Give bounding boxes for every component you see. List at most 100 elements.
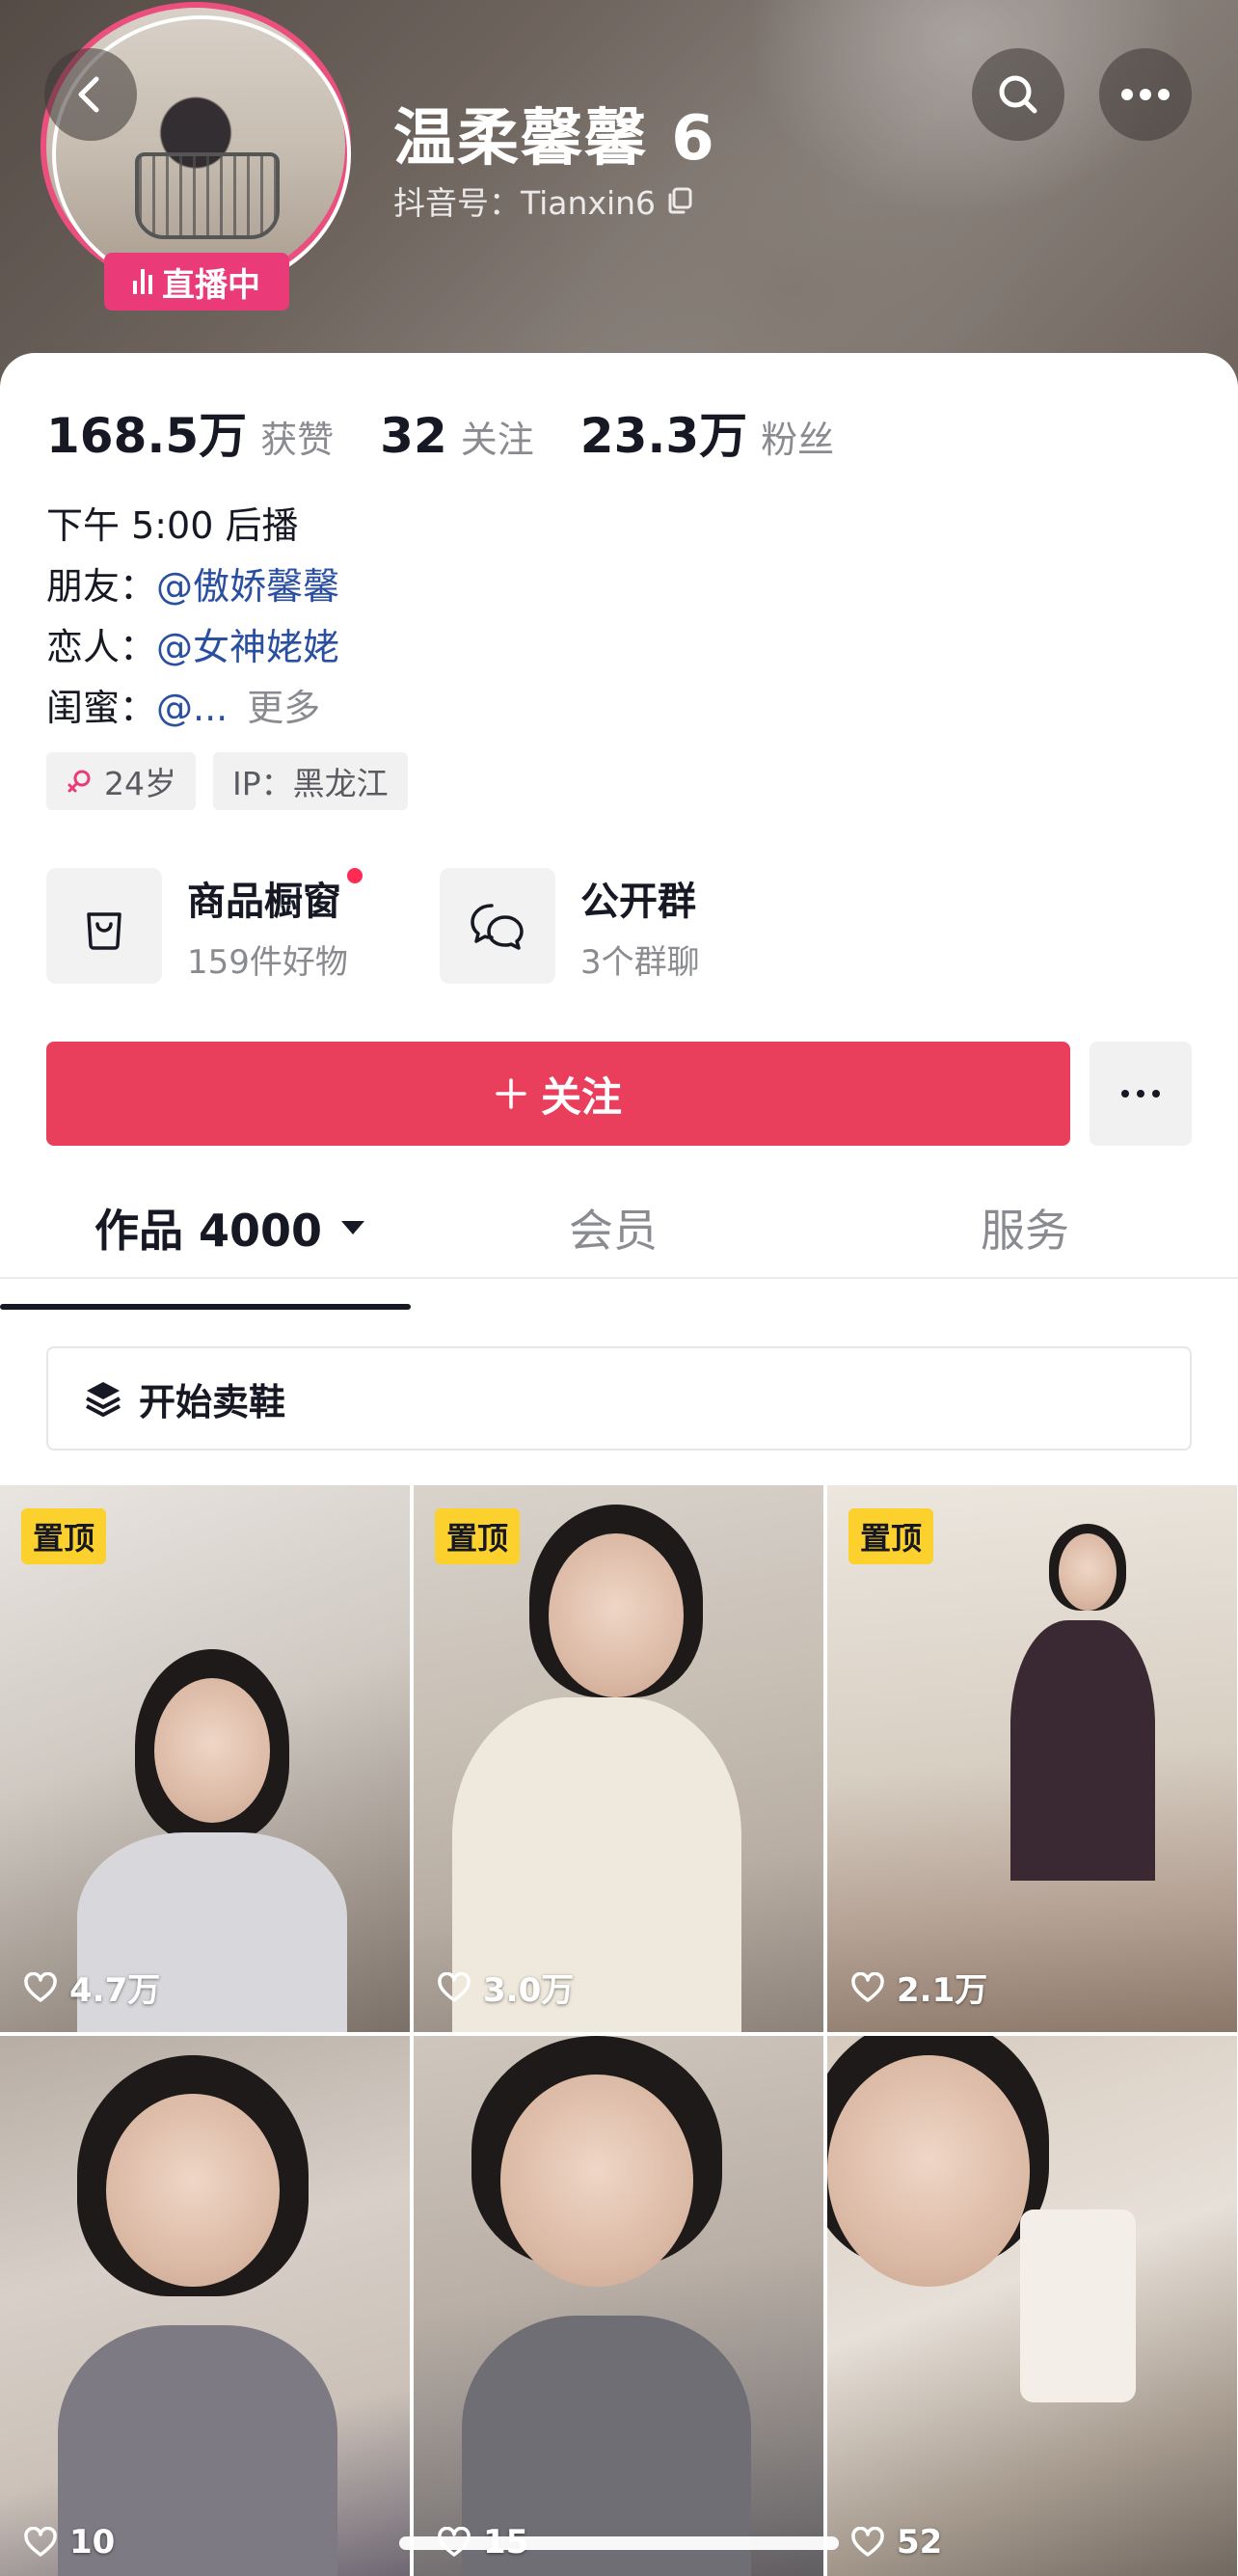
- profile-bio: 下午 5:00 后播 朋友：@傲娇馨馨 恋人：@女神姥姥 闺蜜：@... 更多: [46, 496, 339, 739]
- video-thumbnail[interactable]: 置顶 3.0万: [414, 1485, 823, 2032]
- stat-likes-value: 168.5万: [46, 408, 248, 464]
- video-likes-count: 10: [69, 2523, 116, 2562]
- age-tag-label: 24岁: [104, 765, 176, 802]
- stat-followers-label: 粉丝: [761, 419, 835, 461]
- live-badge[interactable]: 直播中: [104, 253, 289, 311]
- public-group-entry[interactable]: 公开群 3个群聊: [440, 868, 700, 984]
- video-likes-count: 52: [897, 2523, 943, 2562]
- notification-dot: [347, 867, 363, 883]
- video-likes: 10: [23, 2523, 115, 2562]
- thumbnail-face: [154, 1678, 270, 1823]
- age-tag: 24岁: [46, 752, 196, 810]
- douyin-id: 抖音号：Tianxin6: [393, 177, 694, 224]
- profile-tags: 24岁 IP：黑龙江: [46, 752, 408, 810]
- follow-button[interactable]: 关注: [46, 1042, 1070, 1146]
- bio-more-link[interactable]: 更多: [247, 687, 320, 729]
- heart-icon: [24, 2527, 57, 2557]
- bio-lover-label: 恋人：: [46, 626, 157, 668]
- video-likes: 4.7万: [23, 1964, 160, 2011]
- live-badge-label: 直播中: [162, 265, 260, 305]
- stat-following[interactable]: 32 关注: [380, 408, 534, 464]
- avatar-cart-shape: [135, 152, 280, 239]
- ip-tag: IP：黑龙江: [213, 752, 408, 810]
- profile-more-button[interactable]: [1090, 1042, 1192, 1146]
- caret-down-icon: [341, 1221, 365, 1234]
- female-icon: [67, 770, 91, 793]
- tab-service-label: 服务: [981, 1205, 1069, 1257]
- bio-lover-mention[interactable]: @女神姥姥: [156, 626, 339, 668]
- bio-line-lover: 恋人：@女神姥姥: [46, 617, 339, 678]
- tab-works[interactable]: 作品 4000: [94, 1177, 366, 1279]
- live-bars-icon: [133, 269, 152, 294]
- heart-icon: [24, 1971, 57, 2002]
- more-dots-icon: [1121, 89, 1170, 100]
- video-thumbnail[interactable]: 15: [414, 2036, 823, 2576]
- content-tabs: 作品 4000 会员 服务: [0, 1177, 1238, 1279]
- video-thumbnail[interactable]: 置顶 2.1万: [827, 1485, 1237, 2032]
- search-button[interactable]: [972, 48, 1064, 141]
- copy-icon[interactable]: [665, 186, 694, 215]
- stat-likes[interactable]: 168.5万 获赞: [46, 397, 334, 467]
- stat-followers[interactable]: 23.3万 粉丝: [580, 397, 834, 467]
- pinned-badge: 置顶: [848, 1508, 934, 1564]
- thumbnail-face: [500, 2074, 693, 2287]
- tab-service[interactable]: 服务: [981, 1177, 1069, 1279]
- home-indicator: [399, 2536, 839, 2550]
- video-likes-count: 3.0万: [483, 1971, 575, 2010]
- active-tab-indicator: [0, 1304, 411, 1310]
- shop-window-count: 159件好物: [187, 942, 348, 982]
- thumbnail-cup: [1020, 2210, 1136, 2402]
- video-likes-count: 4.7万: [69, 1971, 161, 2010]
- plus-icon: [496, 1078, 526, 1109]
- video-thumbnail[interactable]: 10: [0, 2036, 410, 2576]
- bio-friend-mention[interactable]: @傲娇馨馨: [156, 565, 339, 608]
- tab-member[interactable]: 会员: [569, 1177, 658, 1279]
- back-button[interactable]: [44, 48, 137, 141]
- thumbnail-face: [106, 2094, 280, 2287]
- thumbnail-body: [1010, 1620, 1155, 1881]
- shop-window-entry[interactable]: 商品橱窗 159件好物: [46, 867, 363, 984]
- bio-bestie-label: 闺蜜：: [46, 687, 157, 729]
- collection-row[interactable]: 开始卖鞋: [46, 1346, 1192, 1451]
- heart-icon: [851, 2527, 884, 2557]
- bio-line-bestie: 闺蜜：@... 更多: [46, 678, 339, 739]
- stats-row: 168.5万 获赞 32 关注 23.3万 粉丝: [46, 397, 880, 467]
- layers-icon: [86, 1382, 121, 1417]
- public-group-icon-box: [440, 868, 555, 984]
- ip-tag-label: IP：黑龙江: [232, 765, 389, 802]
- pinned-badge: 置顶: [435, 1508, 521, 1564]
- avatar[interactable]: 直播中: [40, 0, 353, 311]
- tab-member-label: 会员: [569, 1205, 658, 1257]
- bio-bestie-mention[interactable]: @...: [156, 687, 228, 729]
- video-likes: 3.0万: [437, 1964, 574, 2011]
- video-thumbnail[interactable]: 52: [827, 2036, 1237, 2576]
- profile-nickname: 温柔馨馨 6: [393, 103, 716, 175]
- avatar-image: [40, 2, 351, 293]
- shopping-bag-icon: [87, 912, 121, 950]
- more-options-button[interactable]: [1099, 48, 1192, 141]
- search-icon: [999, 75, 1037, 114]
- video-likes-count: 2.1万: [897, 1971, 988, 2010]
- shop-window-icon-box: [46, 868, 162, 984]
- tab-works-label: 作品 4000: [94, 1205, 323, 1257]
- heart-icon: [438, 1971, 471, 2002]
- video-likes: 52: [850, 2523, 942, 2562]
- douyin-id-text: 抖音号：Tianxin6: [393, 184, 657, 222]
- chevron-left-icon: [78, 76, 99, 113]
- video-thumbnail[interactable]: 置顶 4.7万: [0, 1485, 410, 2032]
- public-group-count: 3个群聊: [580, 942, 700, 982]
- collection-row-label: 开始卖鞋: [139, 1380, 286, 1424]
- video-likes: 2.1万: [850, 1964, 987, 2011]
- public-group-title: 公开群: [580, 879, 696, 924]
- thumbnail-face: [827, 2055, 1030, 2287]
- video-grid: 置顶 4.7万 置顶 3.0万 置顶 2.1万 10 52: [0, 1485, 1238, 2576]
- stat-followers-value: 23.3万: [579, 408, 748, 464]
- chat-bubbles-icon: [471, 904, 524, 950]
- stat-following-value: 32: [380, 408, 447, 464]
- stat-following-label: 关注: [460, 419, 534, 461]
- thumbnail-face: [1059, 1533, 1117, 1611]
- follow-button-label: 关注: [540, 1072, 622, 1121]
- bio-line-friend: 朋友：@傲娇馨馨: [46, 556, 339, 617]
- bio-friend-label: 朋友：: [46, 565, 157, 608]
- heart-icon: [851, 1971, 884, 2002]
